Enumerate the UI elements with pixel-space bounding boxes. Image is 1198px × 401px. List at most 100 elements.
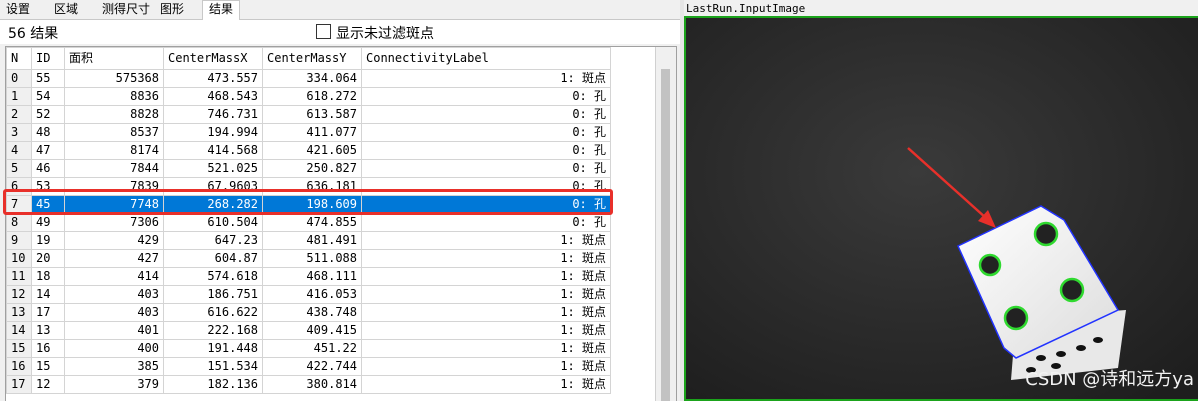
table-row[interactable]: 1 54 8836 468.543 618.272 0: 孔 [6, 87, 611, 106]
cell-id[interactable]: 12 [31, 375, 65, 394]
cell-connectivity-label[interactable]: 1: 斑点 [361, 267, 611, 286]
cell-area[interactable]: 8836 [64, 87, 164, 106]
table-row[interactable]: 4 47 8174 414.568 421.605 0: 孔 [6, 141, 611, 160]
cell-id[interactable]: 54 [31, 87, 65, 106]
cell-center-mass-x[interactable]: 222.168 [163, 321, 263, 340]
cell-n[interactable]: 14 [6, 321, 32, 340]
cell-n[interactable]: 0 [6, 69, 32, 88]
cell-id[interactable]: 18 [31, 267, 65, 286]
cell-center-mass-y[interactable]: 511.088 [262, 249, 362, 268]
table-row[interactable]: 9 19 429 647.23 481.491 1: 斑点 [6, 231, 611, 250]
table-row[interactable]: 0 55 575368 473.557 334.064 1: 斑点 [6, 69, 611, 88]
cell-connectivity-label[interactable]: 1: 斑点 [361, 249, 611, 268]
cell-n[interactable]: 17 [6, 375, 32, 394]
cell-area[interactable]: 401 [64, 321, 164, 340]
cell-connectivity-label[interactable]: 0: 孔 [361, 123, 611, 142]
cell-center-mass-x[interactable]: 468.543 [163, 87, 263, 106]
cell-center-mass-x[interactable]: 268.282 [163, 195, 263, 214]
cell-connectivity-label[interactable]: 1: 斑点 [361, 69, 611, 88]
cell-area[interactable]: 403 [64, 303, 164, 322]
cell-id[interactable]: 47 [31, 141, 65, 160]
column-header-id[interactable]: ID [31, 47, 65, 70]
cell-center-mass-y[interactable]: 474.855 [262, 213, 362, 232]
cell-area[interactable]: 8537 [64, 123, 164, 142]
cell-n[interactable]: 1 [6, 87, 32, 106]
cell-center-mass-x[interactable]: 616.622 [163, 303, 263, 322]
table-row[interactable]: 2 52 8828 746.731 613.587 0: 孔 [6, 105, 611, 124]
column-header-n[interactable]: N [6, 47, 32, 70]
table-row[interactable]: 5 46 7844 521.025 250.827 0: 孔 [6, 159, 611, 178]
tab-measured-size[interactable]: 测得尺寸 [96, 1, 156, 18]
cell-connectivity-label[interactable]: 1: 斑点 [361, 231, 611, 250]
table-row[interactable]: 8 49 7306 610.504 474.855 0: 孔 [6, 213, 611, 232]
cell-center-mass-x[interactable]: 604.87 [163, 249, 263, 268]
cell-center-mass-y[interactable]: 409.415 [262, 321, 362, 340]
cell-id[interactable]: 19 [31, 231, 65, 250]
cell-center-mass-y[interactable]: 250.827 [262, 159, 362, 178]
cell-center-mass-x[interactable]: 191.448 [163, 339, 263, 358]
table-row[interactable]: 15 16 400 191.448 451.22 1: 斑点 [6, 339, 611, 358]
cell-id[interactable]: 49 [31, 213, 65, 232]
column-header-center-mass-x[interactable]: CenterMassX [163, 47, 263, 70]
cell-center-mass-x[interactable]: 414.568 [163, 141, 263, 160]
cell-area[interactable]: 7839 [64, 177, 164, 196]
image-display[interactable]: CSDN @诗和远方ya [684, 16, 1198, 401]
cell-n[interactable]: 15 [6, 339, 32, 358]
cell-center-mass-y[interactable]: 618.272 [262, 87, 362, 106]
cell-center-mass-y[interactable]: 613.587 [262, 105, 362, 124]
table-row[interactable]: 7 45 7748 268.282 198.609 0: 孔 [6, 195, 611, 214]
cell-connectivity-label[interactable]: 0: 孔 [361, 105, 611, 124]
cell-area[interactable]: 7748 [64, 195, 164, 214]
cell-center-mass-y[interactable]: 422.744 [262, 357, 362, 376]
cell-n[interactable]: 2 [6, 105, 32, 124]
cell-area[interactable]: 414 [64, 267, 164, 286]
tab-region[interactable]: 区域 [48, 1, 84, 18]
cell-center-mass-x[interactable]: 182.136 [163, 375, 263, 394]
cell-center-mass-x[interactable]: 746.731 [163, 105, 263, 124]
cell-connectivity-label[interactable]: 1: 斑点 [361, 303, 611, 322]
table-row[interactable]: 6 53 7839 67.9603 636.181 0: 孔 [6, 177, 611, 196]
cell-n[interactable]: 8 [6, 213, 32, 232]
cell-connectivity-label[interactable]: 1: 斑点 [361, 357, 611, 376]
cell-n[interactable]: 10 [6, 249, 32, 268]
cell-area[interactable]: 403 [64, 285, 164, 304]
cell-area[interactable]: 7306 [64, 213, 164, 232]
table-row[interactable]: 13 17 403 616.622 438.748 1: 斑点 [6, 303, 611, 322]
cell-center-mass-x[interactable]: 67.9603 [163, 177, 263, 196]
cell-connectivity-label[interactable]: 0: 孔 [361, 141, 611, 160]
vertical-scrollbar[interactable] [655, 47, 676, 401]
cell-area[interactable]: 379 [64, 375, 164, 394]
table-row[interactable]: 16 15 385 151.534 422.744 1: 斑点 [6, 357, 611, 376]
cell-center-mass-y[interactable]: 421.605 [262, 141, 362, 160]
cell-connectivity-label[interactable]: 0: 孔 [361, 87, 611, 106]
cell-connectivity-label[interactable]: 0: 孔 [361, 213, 611, 232]
cell-center-mass-x[interactable]: 186.751 [163, 285, 263, 304]
tab-results[interactable]: 结果 [202, 0, 241, 20]
column-header-center-mass-y[interactable]: CenterMassY [262, 47, 362, 70]
table-row[interactable]: 12 14 403 186.751 416.053 1: 斑点 [6, 285, 611, 304]
cell-id[interactable]: 17 [31, 303, 65, 322]
cell-area[interactable]: 400 [64, 339, 164, 358]
cell-n[interactable]: 13 [6, 303, 32, 322]
cell-n[interactable]: 11 [6, 267, 32, 286]
cell-center-mass-x[interactable]: 574.618 [163, 267, 263, 286]
cell-center-mass-x[interactable]: 194.994 [163, 123, 263, 142]
cell-center-mass-y[interactable]: 416.053 [262, 285, 362, 304]
cell-area[interactable]: 429 [64, 231, 164, 250]
table-row[interactable]: 11 18 414 574.618 468.111 1: 斑点 [6, 267, 611, 286]
tab-settings[interactable]: 设置 [0, 1, 36, 18]
cell-center-mass-y[interactable]: 438.748 [262, 303, 362, 322]
cell-n[interactable]: 7 [6, 195, 32, 214]
table-row[interactable]: 17 12 379 182.136 380.814 1: 斑点 [6, 375, 611, 394]
table-row[interactable]: 3 48 8537 194.994 411.077 0: 孔 [6, 123, 611, 142]
cell-center-mass-x[interactable]: 521.025 [163, 159, 263, 178]
cell-id[interactable]: 46 [31, 159, 65, 178]
cell-area[interactable]: 575368 [64, 69, 164, 88]
cell-center-mass-x[interactable]: 473.557 [163, 69, 263, 88]
cell-connectivity-label[interactable]: 1: 斑点 [361, 339, 611, 358]
cell-center-mass-y[interactable]: 411.077 [262, 123, 362, 142]
table-row[interactable]: 14 13 401 222.168 409.415 1: 斑点 [6, 321, 611, 340]
cell-center-mass-y[interactable]: 334.064 [262, 69, 362, 88]
cell-center-mass-y[interactable]: 481.491 [262, 231, 362, 250]
cell-id[interactable]: 14 [31, 285, 65, 304]
